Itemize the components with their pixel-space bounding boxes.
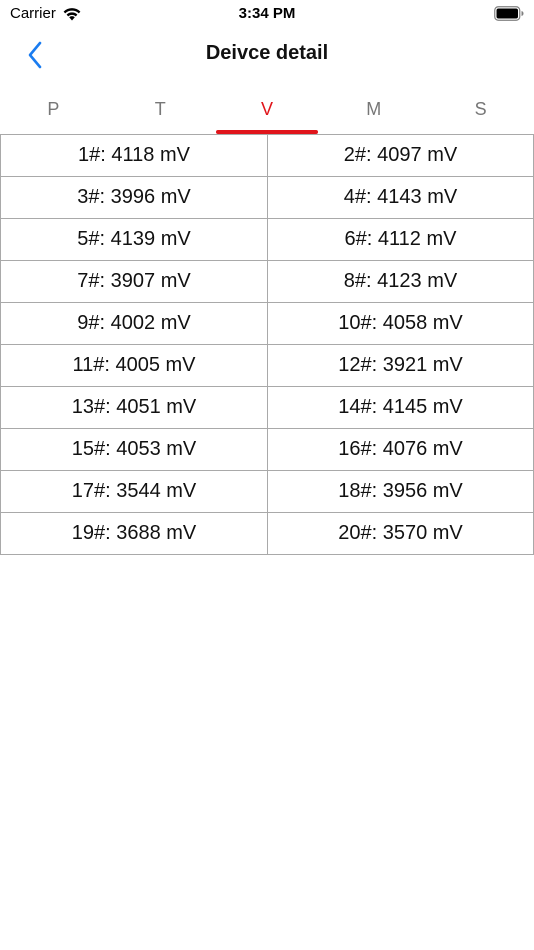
voltage-cell: 11#: 4005 mV	[0, 345, 267, 387]
tab-label: S	[474, 99, 487, 119]
voltage-cell: 5#: 4139 mV	[0, 219, 267, 261]
voltage-cell: 17#: 3544 mV	[0, 471, 267, 513]
voltage-cell: 12#: 3921 mV	[267, 345, 534, 387]
tab-v[interactable]: V	[214, 88, 321, 134]
voltage-cell: 18#: 3956 mV	[267, 471, 534, 513]
voltage-cell: 20#: 3570 mV	[267, 513, 534, 555]
voltage-cell: 13#: 4051 mV	[0, 387, 267, 429]
tab-bar: P T V M S	[0, 88, 534, 134]
voltage-cell: 16#: 4076 mV	[267, 429, 534, 471]
voltage-cell: 19#: 3688 mV	[0, 513, 267, 555]
status-bar: Carrier 3:34 PM	[0, 0, 534, 30]
page-title: Deivce detail	[205, 42, 329, 64]
voltage-cell: 9#: 4002 mV	[0, 303, 267, 345]
voltage-cell: 10#: 4058 mV	[267, 303, 534, 345]
nav-bar: Deivce detail	[0, 30, 534, 80]
tab-label: V	[260, 99, 273, 119]
voltage-cell: 8#: 4123 mV	[267, 261, 534, 303]
voltage-cell: 14#: 4145 mV	[267, 387, 534, 429]
voltage-cell: 7#: 3907 mV	[0, 261, 267, 303]
tab-label: M	[366, 99, 382, 119]
voltage-cell: 4#: 4143 mV	[267, 177, 534, 219]
status-time: 3:34 PM	[238, 5, 296, 22]
tab-t[interactable]: T	[107, 88, 214, 134]
voltage-cell: 1#: 4118 mV	[0, 135, 267, 177]
voltage-cell: 15#: 4053 mV	[0, 429, 267, 471]
tab-s[interactable]: S	[427, 88, 534, 134]
voltage-cell: 6#: 4112 mV	[267, 219, 534, 261]
tab-label: T	[154, 99, 166, 119]
voltage-grid: 1#: 4118 mV 2#: 4097 mV 3#: 3996 mV 4#: …	[0, 134, 534, 555]
voltage-cell: 3#: 3996 mV	[0, 177, 267, 219]
battery-icon	[494, 6, 524, 21]
voltage-cell: 2#: 4097 mV	[267, 135, 534, 177]
tab-p[interactable]: P	[0, 88, 107, 134]
tab-label: P	[47, 99, 60, 119]
tab-m[interactable]: M	[320, 88, 427, 134]
